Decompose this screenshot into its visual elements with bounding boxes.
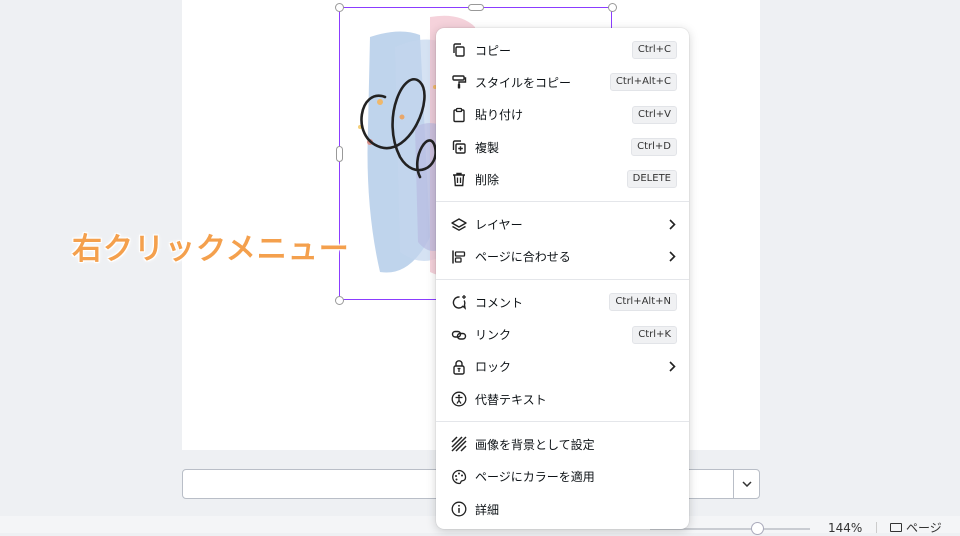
lock-icon <box>450 358 468 376</box>
menu-item-label: レイヤー <box>475 218 523 233</box>
shortcut-badge: DELETE <box>626 170 677 189</box>
menu-item[interactable]: 複製 Ctrl+D <box>436 131 689 163</box>
menu-item[interactable]: 詳細 <box>436 493 689 525</box>
chevron-down-icon <box>741 481 752 487</box>
menu-item[interactable]: 削除 DELETE <box>436 163 689 195</box>
menu-item-label: コピー <box>475 43 512 58</box>
menu-item-label: 削除 <box>475 172 500 187</box>
menu-item[interactable]: ページに合わせる <box>436 241 689 273</box>
resize-handle-top-right[interactable] <box>608 3 617 12</box>
palette-icon <box>450 468 468 486</box>
menu-item[interactable]: スタイルをコピー Ctrl+Alt+C <box>436 66 689 98</box>
resize-handle-top-left[interactable] <box>335 3 344 12</box>
paint-roller-icon <box>450 73 468 91</box>
duplicate-icon <box>450 138 468 156</box>
menu-item[interactable]: コピー Ctrl+C <box>436 34 689 66</box>
menu-item-label: ページに合わせる <box>475 250 571 265</box>
menu-divider <box>436 279 689 281</box>
menu-divider <box>436 421 689 423</box>
clipboard-icon <box>450 106 468 124</box>
shortcut-badge: Ctrl+Alt+N <box>609 293 677 312</box>
menu-item[interactable]: リンク Ctrl+K <box>436 318 689 350</box>
menu-item[interactable]: ページにカラーを適用 <box>436 461 689 493</box>
trash-icon <box>450 170 468 188</box>
menu-item-label: 代替テキスト <box>475 392 547 407</box>
menu-item[interactable]: 貼り付け Ctrl+V <box>436 99 689 131</box>
menu-item-label: 貼り付け <box>475 108 524 123</box>
menu-item-label: 複製 <box>475 140 500 155</box>
menu-item-label: コメント <box>475 295 524 310</box>
menu-item[interactable]: 代替テキスト <box>436 383 689 415</box>
menu-item-label: 画像を背景として設定 <box>475 437 595 452</box>
resize-handle-left[interactable] <box>336 146 343 162</box>
align-icon <box>450 248 468 266</box>
footer-divider <box>876 522 877 533</box>
menu-item[interactable]: 画像を背景として設定 <box>436 428 689 460</box>
add-page-dropdown[interactable] <box>733 469 760 499</box>
menu-item[interactable]: ロック <box>436 351 689 383</box>
chevron-right-icon <box>667 251 677 262</box>
chevron-right-icon <box>667 361 677 372</box>
shortcut-badge: Ctrl+V <box>631 105 677 124</box>
resize-handle-bottom-left[interactable] <box>335 296 344 305</box>
page-icon <box>890 523 902 532</box>
menu-item-label: 詳細 <box>475 502 500 517</box>
accessibility-icon <box>450 390 468 408</box>
menu-item-label: リンク <box>475 328 512 343</box>
menu-item-label: ページにカラーを適用 <box>475 470 595 485</box>
layers-icon <box>450 216 468 234</box>
link-icon <box>450 326 468 344</box>
chevron-right-icon <box>667 219 677 230</box>
background-icon <box>450 435 468 453</box>
pages-button[interactable]: ページ <box>890 519 942 536</box>
shortcut-badge: Ctrl+C <box>631 41 677 60</box>
info-icon <box>450 500 468 518</box>
pages-label: ページ <box>906 521 942 535</box>
menu-item[interactable]: レイヤー <box>436 208 689 240</box>
menu-divider <box>436 201 689 203</box>
context-menu: コピー Ctrl+C スタイルをコピー Ctrl+Alt+C 貼り付け Ctrl+V 複製 C… <box>436 28 689 529</box>
shortcut-badge: Ctrl+Alt+C <box>609 73 677 92</box>
copy-icon <box>450 41 468 59</box>
comment-icon <box>450 293 468 311</box>
menu-item-label: スタイルをコピー <box>475 75 572 90</box>
annotation-label: 右クリックメニュー <box>72 232 350 267</box>
shortcut-badge: Ctrl+D <box>631 138 677 157</box>
resize-handle-top[interactable] <box>468 4 484 11</box>
shortcut-badge: Ctrl+K <box>632 325 677 344</box>
menu-item-label: ロック <box>475 360 512 375</box>
zoom-slider-knob[interactable] <box>751 522 764 535</box>
menu-item[interactable]: コメント Ctrl+Alt+N <box>436 286 689 318</box>
